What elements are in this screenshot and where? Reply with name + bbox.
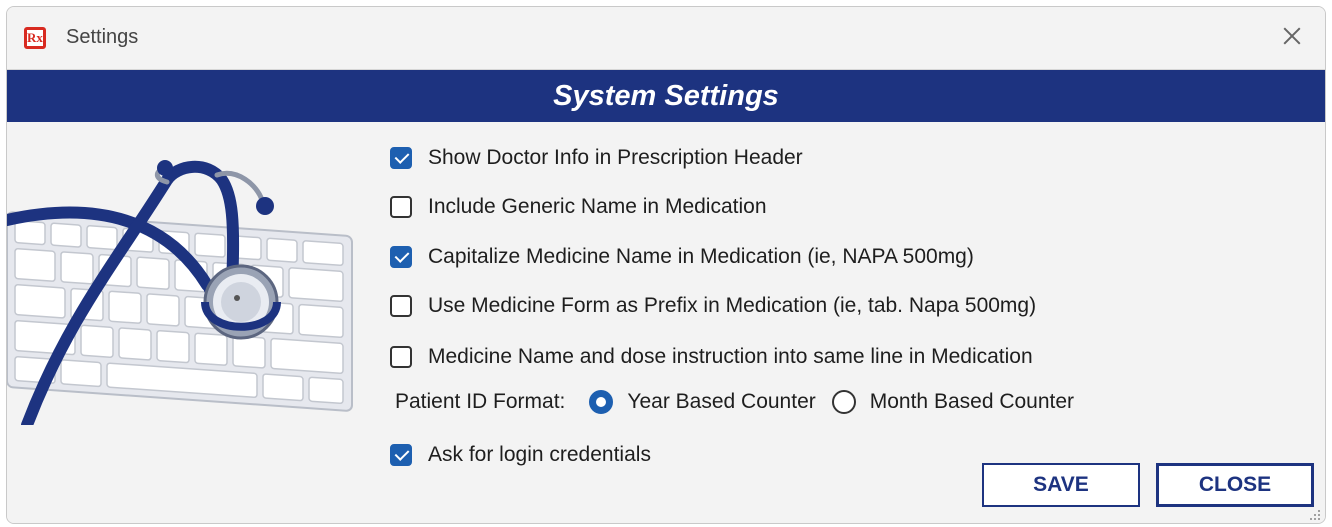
app-icon-text: Rx bbox=[27, 30, 43, 46]
option-label: Medicine Name and dose instruction into … bbox=[428, 345, 1033, 368]
patient-id-format-label: Patient ID Format: bbox=[395, 390, 566, 413]
capitalize-medicine-name-checkbox[interactable] bbox=[390, 246, 412, 268]
stethoscope-keyboard-illustration bbox=[7, 160, 353, 425]
same-line-dose-checkbox[interactable] bbox=[390, 346, 412, 368]
option-label: Capitalize Medicine Name in Medication (… bbox=[428, 245, 974, 268]
window-title: Settings bbox=[66, 26, 139, 48]
medicine-form-prefix-checkbox[interactable] bbox=[390, 295, 412, 317]
save-button[interactable]: SAVE bbox=[982, 463, 1140, 507]
title-bar: Rx Settings bbox=[7, 7, 1325, 70]
option-include-generic-name[interactable]: Include Generic Name in Medication bbox=[390, 195, 767, 219]
ask-login-checkbox[interactable] bbox=[390, 444, 412, 466]
option-label: Ask for login credentials bbox=[428, 443, 651, 466]
month-based-counter-radio[interactable] bbox=[831, 390, 856, 414]
resize-grip[interactable] bbox=[1309, 509, 1321, 521]
year-based-counter-radio[interactable] bbox=[589, 390, 614, 414]
option-label: Show Doctor Info in Prescription Header bbox=[428, 146, 803, 169]
option-ask-login[interactable]: Ask for login credentials bbox=[390, 443, 651, 467]
settings-content: Show Doctor Info in Prescription Header … bbox=[7, 122, 1325, 523]
option-show-doctor-info[interactable]: Show Doctor Info in Prescription Header bbox=[390, 146, 803, 170]
show-doctor-info-checkbox[interactable] bbox=[390, 147, 412, 169]
option-medicine-form-prefix[interactable]: Use Medicine Form as Prefix in Medicatio… bbox=[390, 294, 1036, 318]
option-capitalize-medicine-name[interactable]: Capitalize Medicine Name in Medication (… bbox=[390, 245, 974, 269]
option-label: Use Medicine Form as Prefix in Medicatio… bbox=[428, 294, 1037, 317]
include-generic-name-checkbox[interactable] bbox=[390, 196, 412, 218]
close-button[interactable]: CLOSE bbox=[1156, 463, 1314, 507]
year-based-counter-label[interactable]: Year Based Counter bbox=[627, 390, 815, 414]
settings-window: Rx Settings System Settings Show Doctor … bbox=[6, 6, 1326, 524]
option-same-line-dose[interactable]: Medicine Name and dose instruction into … bbox=[390, 345, 1033, 369]
patient-id-format-group: Patient ID Format: Year Based Counter Mo… bbox=[395, 390, 1074, 414]
banner-title: System Settings bbox=[7, 70, 1325, 122]
month-based-counter-label[interactable]: Month Based Counter bbox=[870, 390, 1074, 414]
close-icon[interactable] bbox=[1277, 21, 1307, 51]
rx-icon: Rx bbox=[24, 27, 46, 49]
option-label: Include Generic Name in Medication bbox=[428, 195, 767, 218]
